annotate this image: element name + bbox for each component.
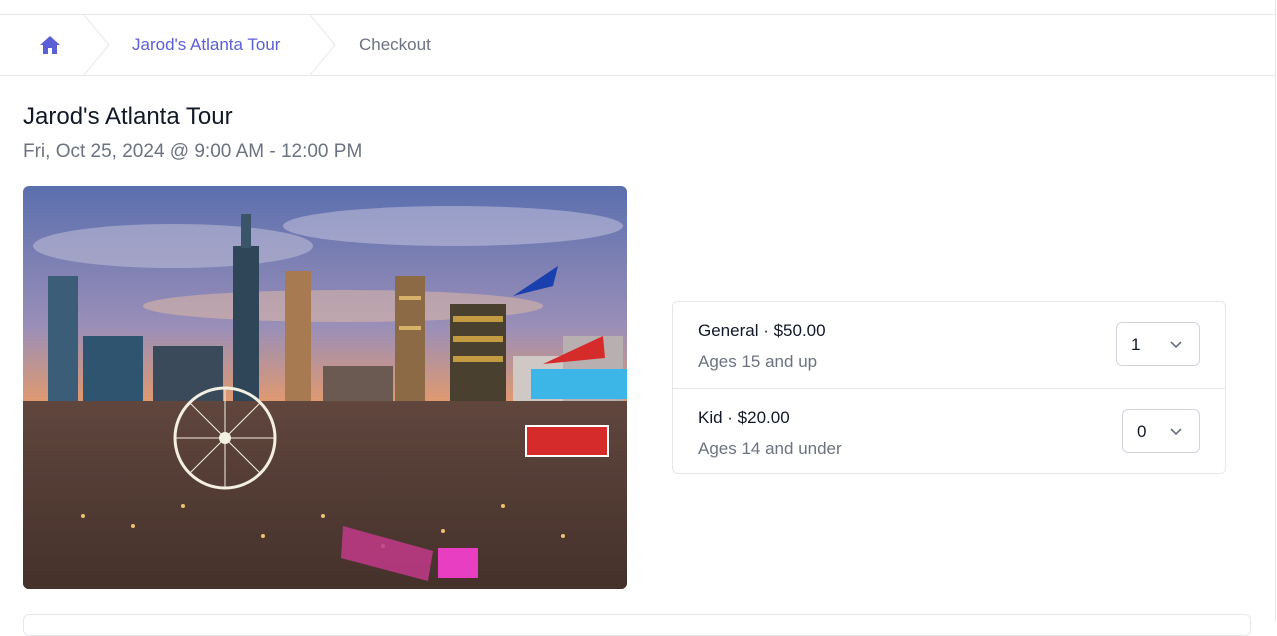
event-image	[23, 186, 627, 589]
breadcrumb-separator	[84, 15, 110, 75]
breadcrumb-tour-link[interactable]: Jarod's Atlanta Tour	[132, 35, 280, 55]
breadcrumb: Jarod's Atlanta Tour Checkout	[0, 15, 1275, 76]
quantity-select-general[interactable]: 1	[1116, 322, 1200, 366]
ticket-row-general: General · $50.00 Ages 15 and up 1	[673, 302, 1225, 387]
breadcrumb-current: Checkout	[359, 35, 431, 54]
ticket-description: Ages 14 and under	[698, 439, 842, 458]
chevron-down-icon	[1169, 337, 1183, 351]
right-divider	[1275, 0, 1276, 621]
checkout-card	[23, 614, 1251, 636]
breadcrumb-separator	[310, 15, 336, 75]
quantity-value: 1	[1131, 335, 1141, 354]
ticket-row-kid: Kid · $20.00 Ages 14 and under 0	[673, 388, 1225, 474]
quantity-select-kid[interactable]: 0	[1122, 409, 1200, 453]
ticket-description: Ages 15 and up	[698, 352, 818, 371]
page-title: Jarod's Atlanta Tour	[23, 103, 233, 130]
quantity-value: 0	[1137, 422, 1147, 441]
ticket-name: General · $50.00	[698, 321, 826, 340]
home-icon[interactable]	[38, 34, 62, 56]
event-datetime: Fri, Oct 25, 2024 @ 9:00 AM - 12:00 PM	[23, 141, 363, 162]
chevron-down-icon	[1169, 424, 1183, 438]
ticket-selector: General · $50.00 Ages 15 and up 1 Kid · …	[672, 301, 1226, 474]
ticket-name: Kid · $20.00	[698, 408, 790, 427]
